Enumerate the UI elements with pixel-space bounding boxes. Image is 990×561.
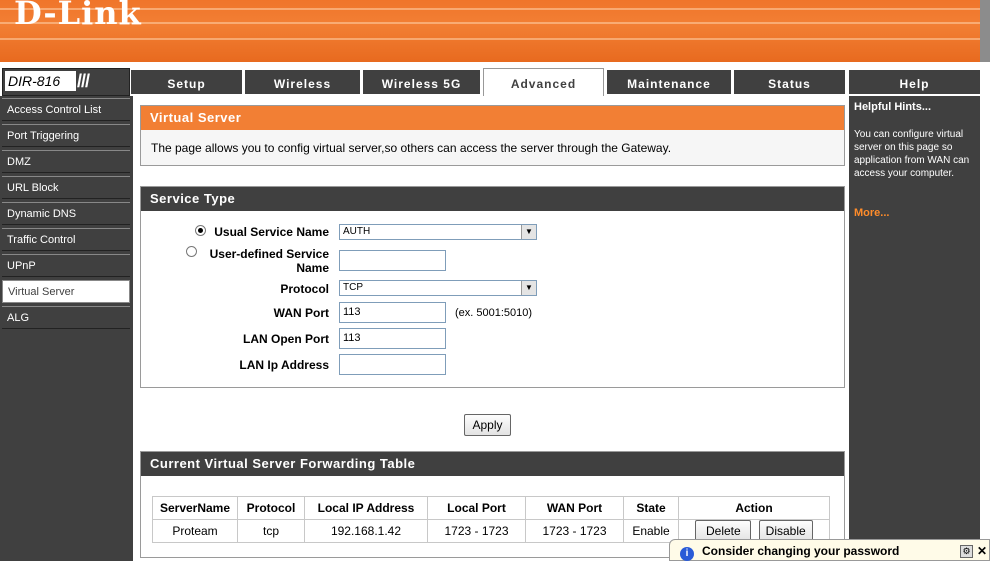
col-wan-port: WAN Port xyxy=(525,496,624,520)
password-notification[interactable]: i Consider changing your password ⚙ ✕ xyxy=(669,539,990,561)
lan-open-port-label: LAN Open Port xyxy=(243,332,329,346)
tab-setup[interactable]: Setup xyxy=(131,70,242,94)
tab-wireless[interactable]: Wireless xyxy=(245,70,360,94)
wan-port-hint: (ex. 5001:5010) xyxy=(455,307,533,319)
info-icon: i xyxy=(680,547,694,561)
tab-help[interactable]: Help xyxy=(849,70,980,94)
hints-text: You can configure virtual server on this… xyxy=(854,129,970,179)
lan-open-port-input[interactable]: 113 xyxy=(339,328,446,349)
usual-service-label: Usual Service Name xyxy=(214,225,329,239)
cell-wan-port: 1723 - 1723 xyxy=(525,519,624,543)
dlink-logo: D-Link xyxy=(14,0,142,32)
col-state: State xyxy=(623,496,679,520)
main-nav: DIR-816 /// Setup Wireless Wireless 5G A… xyxy=(0,68,990,96)
col-protocol: Protocol xyxy=(237,496,305,520)
lan-ip-label: LAN Ip Address xyxy=(239,358,329,372)
col-local-port: Local Port xyxy=(427,496,526,520)
wan-port-input[interactable]: 113 xyxy=(339,302,446,323)
notification-text: Consider changing your password xyxy=(702,544,900,558)
close-icon[interactable]: ✕ xyxy=(977,544,987,558)
cell-local-ip: 192.168.1.42 xyxy=(304,519,428,543)
sidebar-item-dmz[interactable]: DMZ xyxy=(2,150,130,173)
sidebar-item-dynamic-dns[interactable]: Dynamic DNS xyxy=(2,202,130,225)
sidebar-item-port-triggering[interactable]: Port Triggering xyxy=(2,124,130,147)
chevron-down-icon: ▼ xyxy=(521,281,536,295)
intro-text: The page allows you to config virtual se… xyxy=(151,141,672,155)
forwarding-table: ServerName Protocol Local IP Address Loc… xyxy=(152,496,830,543)
service-type-title: Service Type xyxy=(141,187,844,211)
tab-wireless-5g[interactable]: Wireless 5G xyxy=(363,70,480,94)
sidebar-item-upnp[interactable]: UPnP xyxy=(2,254,130,277)
forwarding-table-title: Current Virtual Server Forwarding Table xyxy=(141,452,844,476)
cell-protocol: tcp xyxy=(237,519,305,543)
hints-title: Helpful Hints... xyxy=(854,101,931,113)
cell-servername: Proteam xyxy=(152,519,238,543)
cell-state: Enable xyxy=(623,519,679,543)
cell-local-port: 1723 - 1723 xyxy=(427,519,526,543)
hints-more-link[interactable]: More... xyxy=(854,207,889,219)
protocol-select[interactable]: TCP ▼ xyxy=(339,280,537,296)
tab-advanced[interactable]: Advanced xyxy=(483,68,604,96)
header-banner: D-Link xyxy=(0,0,990,62)
usual-service-select[interactable]: AUTH ▼ xyxy=(339,224,537,240)
options-icon[interactable]: ⚙ xyxy=(960,545,973,558)
user-defined-service-input[interactable] xyxy=(339,250,446,271)
helpful-hints-panel: Helpful Hints... You can configure virtu… xyxy=(849,96,980,561)
wan-port-label: WAN Port xyxy=(273,306,329,320)
chevron-down-icon: ▼ xyxy=(521,225,536,239)
user-defined-label-1: User-defined Service xyxy=(209,247,329,261)
sidebar-item-alg[interactable]: ALG xyxy=(2,306,130,329)
col-local-ip: Local IP Address xyxy=(304,496,428,520)
sidebar-item-virtual-server[interactable]: Virtual Server xyxy=(2,280,130,303)
col-servername: ServerName xyxy=(152,496,238,520)
tab-status[interactable]: Status xyxy=(734,70,845,94)
table-header-row: ServerName Protocol Local IP Address Loc… xyxy=(152,496,830,520)
col-action: Action xyxy=(678,496,830,520)
protocol-label: Protocol xyxy=(280,282,329,296)
sidebar-item-url-block[interactable]: URL Block xyxy=(2,176,130,199)
user-defined-label-2: Name xyxy=(296,261,329,275)
intro-panel: Virtual Server The page allows you to co… xyxy=(140,105,845,166)
model-badge: DIR-816 /// xyxy=(2,68,130,96)
sidebar-item-access-control-list[interactable]: Access Control List xyxy=(2,98,130,121)
sidebar: Access Control List Port Triggering DMZ … xyxy=(0,96,133,561)
lan-ip-input[interactable] xyxy=(339,354,446,375)
model-name: DIR-816 xyxy=(5,71,76,91)
sidebar-item-traffic-control[interactable]: Traffic Control xyxy=(2,228,130,251)
service-type-panel: Service Type Usual Service Name AUTH ▼ Us… xyxy=(140,186,845,388)
page-title: Virtual Server xyxy=(141,106,844,130)
tab-maintenance[interactable]: Maintenance xyxy=(607,70,731,94)
apply-button[interactable]: Apply xyxy=(464,414,511,436)
